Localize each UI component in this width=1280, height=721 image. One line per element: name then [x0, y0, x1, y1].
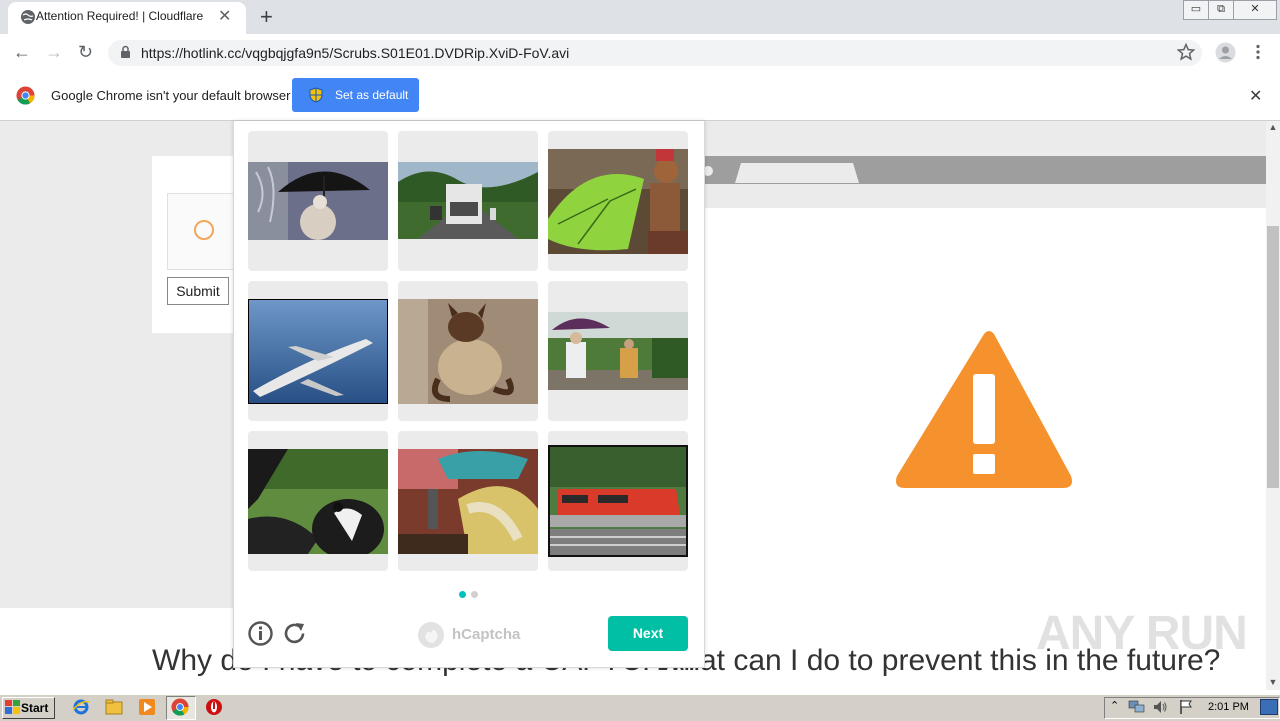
- hcaptcha-logo-icon[interactable]: [417, 621, 445, 654]
- network-icon[interactable]: [1128, 699, 1146, 720]
- captcha-tile-people-umbrella[interactable]: [548, 281, 688, 421]
- menu-kebab-icon[interactable]: [1254, 44, 1262, 65]
- chrome-logo-icon: [16, 86, 35, 110]
- warning-triangle-icon: [893, 326, 1075, 495]
- reload-button[interactable]: ↻: [78, 42, 93, 63]
- window-close-button[interactable]: ✕: [1233, 0, 1277, 20]
- infobar-close-icon[interactable]: ✕: [1249, 86, 1262, 106]
- globe-icon: [20, 9, 36, 30]
- bookmark-star-icon[interactable]: [1176, 42, 1196, 66]
- forward-button[interactable]: →: [45, 42, 63, 63]
- challenge-page-dot-1[interactable]: [459, 591, 466, 598]
- window-minimize-button[interactable]: ▭: [1183, 0, 1209, 20]
- anyrun-watermark: ANY RUN: [1036, 607, 1248, 660]
- submit-button[interactable]: Submit: [167, 277, 229, 305]
- volume-icon[interactable]: [1152, 699, 1168, 720]
- next-button[interactable]: Next: [608, 616, 688, 651]
- captcha-tile-umbrella-person[interactable]: [248, 131, 388, 271]
- window-maximize-button[interactable]: ⧉: [1208, 0, 1234, 20]
- infobar-message: Google Chrome isn't your default browser: [51, 88, 291, 103]
- captcha-tile-green-umbrella[interactable]: [548, 131, 688, 271]
- internet-explorer-icon[interactable]: [72, 698, 90, 716]
- media-player-icon[interactable]: [138, 698, 156, 716]
- hcaptcha-brand-text: hCaptcha: [452, 626, 521, 643]
- tab-close-icon[interactable]: ✕: [218, 6, 231, 26]
- captcha-tile-red-train[interactable]: [548, 431, 688, 571]
- captcha-tile-dog-in-car[interactable]: [248, 431, 388, 571]
- profile-avatar-icon[interactable]: [1215, 42, 1236, 68]
- captcha-tile-garbage-truck[interactable]: [398, 131, 538, 271]
- windows-logo-icon: [5, 700, 20, 717]
- set-as-default-button[interactable]: Set as default: [292, 78, 419, 112]
- scrollbar-thumb[interactable]: [1267, 226, 1279, 488]
- captcha-loading-circle: [194, 220, 214, 240]
- file-explorer-icon[interactable]: [105, 698, 123, 716]
- start-button[interactable]: Start: [2, 697, 55, 719]
- refresh-icon[interactable]: [282, 621, 307, 651]
- taskbar-clock[interactable]: 2:01 PM: [1208, 701, 1249, 713]
- opera-icon[interactable]: [205, 698, 223, 716]
- captcha-tile-siamese-cat[interactable]: [398, 281, 538, 421]
- action-center-flag-icon[interactable]: [1179, 699, 1193, 720]
- tray-expand-icon[interactable]: ⌃: [1110, 699, 1119, 712]
- back-button[interactable]: ←: [13, 42, 31, 63]
- start-label: Start: [21, 701, 49, 715]
- tab-title: Attention Required! | Cloudflare: [36, 9, 204, 23]
- lock-icon: [120, 45, 131, 64]
- chrome-taskbar-icon[interactable]: [171, 698, 189, 716]
- show-desktop-icon[interactable]: [1260, 699, 1278, 715]
- scroll-down-icon[interactable]: ▼: [1266, 677, 1280, 687]
- captcha-tile-airplane[interactable]: [248, 281, 388, 421]
- challenge-page-dot-2[interactable]: [471, 591, 478, 598]
- url-text[interactable]: https://hotlink.cc/vqgbqjgfa9n5/Scrubs.S…: [141, 45, 569, 61]
- scroll-up-icon[interactable]: ▲: [1266, 122, 1280, 132]
- info-icon[interactable]: [248, 621, 273, 651]
- shield-icon: [309, 87, 323, 106]
- set-as-default-label: Set as default: [335, 88, 409, 102]
- new-tab-button[interactable]: +: [260, 4, 273, 30]
- captcha-tile-umbrella-crowd[interactable]: [398, 431, 538, 571]
